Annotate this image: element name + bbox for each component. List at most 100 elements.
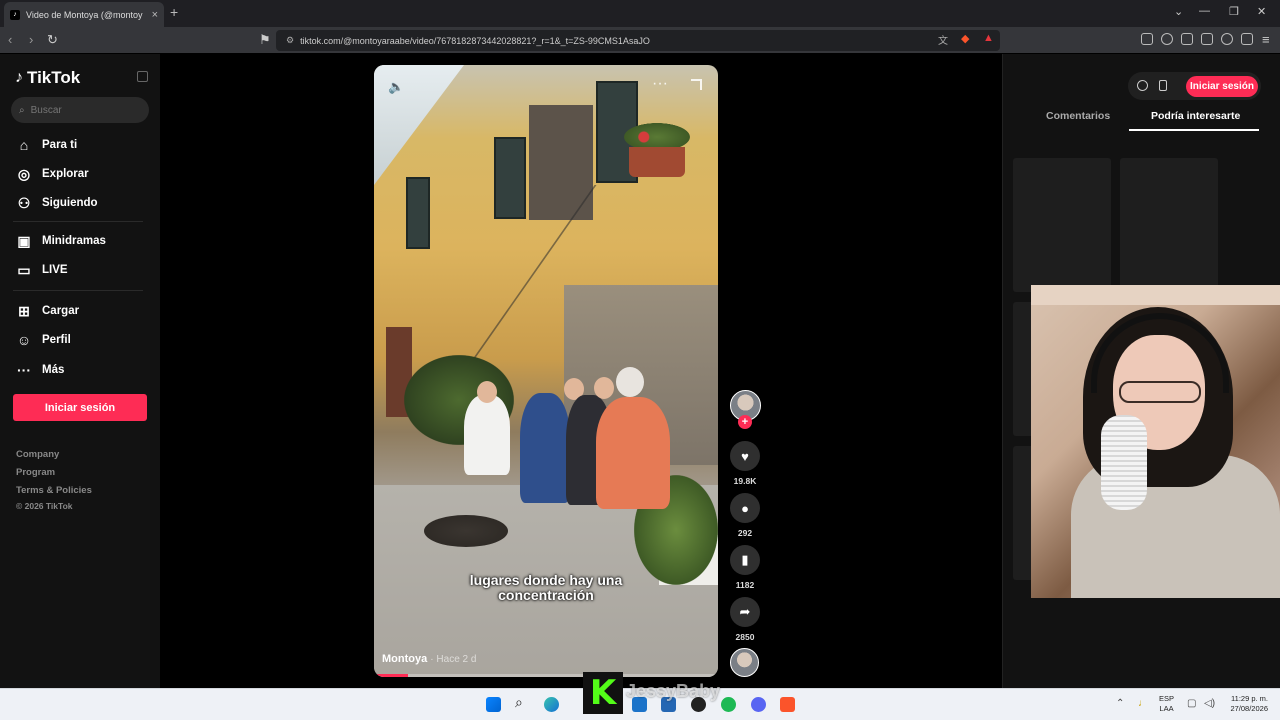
sidebar-item-live[interactable]: ▭ LIVE — [16, 262, 68, 278]
tab-comentarios[interactable]: Comentarios — [1046, 110, 1110, 122]
fullscreen-icon[interactable] — [691, 79, 702, 90]
clock-time: 11:29 p. m. — [1231, 694, 1268, 703]
sound-avatar[interactable] — [730, 648, 759, 677]
sidebar-item-siguiendo[interactable]: ⚇ Siguiendo — [16, 195, 98, 211]
kick-logo: K — [583, 672, 623, 714]
search-input[interactable] — [30, 104, 131, 116]
video-progress-bar[interactable] — [374, 674, 718, 677]
sidebar-toggle-icon[interactable] — [1181, 33, 1193, 45]
sidebar-item-para-ti[interactable]: ⌂ Para ti — [16, 137, 77, 153]
reload-icon[interactable]: ↻ — [47, 32, 58, 48]
sidebar-item-minidramas[interactable]: ▣ Minidramas — [16, 233, 106, 249]
video-time-ago: · Hace 2 d — [430, 654, 477, 665]
brave-icon[interactable] — [780, 697, 795, 712]
search-box[interactable]: ⌕ — [11, 97, 149, 123]
video-flowerbox — [629, 147, 685, 177]
sidebar-item-label: Explorar — [42, 168, 89, 180]
comment-icon: ● — [741, 500, 749, 516]
collapse-sidebar-icon[interactable] — [137, 71, 148, 82]
video-person — [520, 393, 570, 503]
extensions-icon[interactable] — [1141, 33, 1153, 45]
comment-button[interactable]: ● — [730, 493, 760, 523]
video-author-row: Montoya · Hace 2 d — [382, 653, 476, 665]
login-button-top[interactable]: Iniciar sesión — [1186, 76, 1258, 97]
forward-icon[interactable]: › — [29, 32, 33, 47]
more-options-icon[interactable]: ··· — [652, 75, 668, 93]
sidebar-item-explorar[interactable]: ◎ Explorar — [16, 166, 89, 182]
follow-plus-icon[interactable]: + — [738, 415, 752, 429]
brave-rewards-icon[interactable]: ▲ — [983, 32, 994, 44]
video-shutter — [494, 137, 526, 219]
search-taskbar-icon[interactable]: ⌕ — [515, 694, 530, 710]
lang-layout: LAA — [1159, 704, 1174, 713]
share-button[interactable]: ➦ — [730, 597, 760, 627]
sidebar-item-perfil[interactable]: ☺ Perfil — [16, 332, 71, 348]
like-button[interactable]: ♥ — [730, 441, 760, 471]
volume-tray-icon[interactable]: ◁) — [1204, 698, 1215, 709]
edge-icon[interactable] — [544, 697, 559, 712]
address-bar[interactable]: ⚙ tiktok.com/@montoyaraabe/video/7678182… — [276, 30, 1000, 51]
taskbar-clock[interactable]: 11:29 p. m. 27/08/2026 — [1222, 694, 1268, 714]
login-button[interactable]: Iniciar sesión — [13, 394, 147, 421]
wallet-icon[interactable] — [1201, 33, 1213, 45]
more-icon: ··· — [17, 362, 31, 378]
sidebar-item-mas[interactable]: ··· Más — [16, 362, 64, 378]
active-tab-indicator — [1129, 129, 1259, 131]
tab-podria-interesarte[interactable]: Podría interesarte — [1151, 110, 1240, 122]
footer-link-company[interactable]: Company — [16, 449, 59, 460]
tab-list-chevron-icon[interactable]: ⌄ — [1174, 5, 1183, 18]
footer-link-terms[interactable]: Terms & Policies — [16, 485, 92, 496]
video-person-head — [477, 381, 497, 403]
new-tab-icon[interactable]: + — [170, 4, 178, 20]
suggested-video-thumb[interactable] — [1120, 158, 1218, 292]
menu-icon[interactable]: ≡ — [1262, 32, 1270, 47]
person-icon: ☺ — [16, 332, 32, 348]
language-indicator[interactable]: ESP LAA — [1159, 694, 1174, 714]
volume-icon[interactable]: 🔈 — [388, 79, 404, 95]
browser-tab[interactable]: ♪ Video de Montoya (@montoy × — [4, 2, 164, 27]
windows-start-icon[interactable] — [486, 697, 501, 712]
sidebar-item-cargar[interactable]: ⊞ Cargar — [16, 303, 79, 319]
lang-code: ESP — [1159, 694, 1175, 703]
media-icon[interactable] — [1161, 33, 1173, 45]
sidebar-item-label: Perfil — [42, 334, 71, 346]
vpn-shield-icon[interactable] — [1241, 33, 1253, 45]
sidebar-divider — [13, 290, 143, 291]
sidebar-item-label: Siguiendo — [42, 197, 98, 209]
coin-icon[interactable] — [1137, 80, 1148, 91]
tray-chevron-icon[interactable]: ⌃ — [1116, 698, 1124, 709]
bookmark-icon: ▮ — [741, 552, 749, 567]
discord-icon[interactable] — [751, 697, 766, 712]
brave-shield-icon[interactable]: ◆ — [961, 32, 969, 45]
suggested-video-thumb[interactable] — [1013, 158, 1111, 292]
spotify-icon[interactable] — [721, 697, 736, 712]
video-author[interactable]: Montoya — [382, 653, 427, 665]
translate-icon[interactable]: 文 — [938, 32, 948, 47]
site-settings-icon[interactable]: ⚙ — [286, 35, 294, 46]
mic-tray-icon[interactable]: ♩ — [1138, 698, 1148, 709]
share-arrow-icon: ➦ — [739, 604, 751, 619]
streamer-webcam — [1031, 285, 1280, 598]
kick-logo-letter: K — [589, 673, 617, 713]
maximize-icon[interactable]: ❐ — [1229, 5, 1239, 18]
sidebar-item-label: Para ti — [42, 139, 78, 151]
save-count: 1182 — [735, 580, 755, 590]
video-player[interactable]: 🔈 ··· lugares donde hay una concentració… — [374, 65, 718, 677]
close-window-icon[interactable]: ✕ — [1257, 5, 1266, 18]
back-icon[interactable]: ‹ — [8, 32, 12, 47]
leo-ai-icon[interactable] — [1221, 33, 1233, 45]
video-person — [464, 395, 510, 475]
close-tab-icon[interactable]: × — [152, 9, 158, 21]
device-icon[interactable] — [1159, 80, 1167, 91]
tiktok-logo[interactable]: ♪ TikTok — [15, 68, 80, 88]
footer-link-program[interactable]: Program — [16, 467, 55, 478]
save-button[interactable]: ▮ — [730, 545, 760, 575]
sidebar-item-label: LIVE — [42, 264, 68, 276]
search-icon: ⌕ — [19, 104, 25, 116]
webcam-shelf — [1031, 285, 1280, 305]
bookmark-icon[interactable]: ⚑ — [259, 32, 271, 48]
video-shutter — [406, 177, 430, 249]
minimize-icon[interactable]: — — [1199, 5, 1210, 17]
network-icon[interactable]: ▢ — [1187, 698, 1196, 709]
plus-square-icon: ⊞ — [18, 302, 30, 319]
